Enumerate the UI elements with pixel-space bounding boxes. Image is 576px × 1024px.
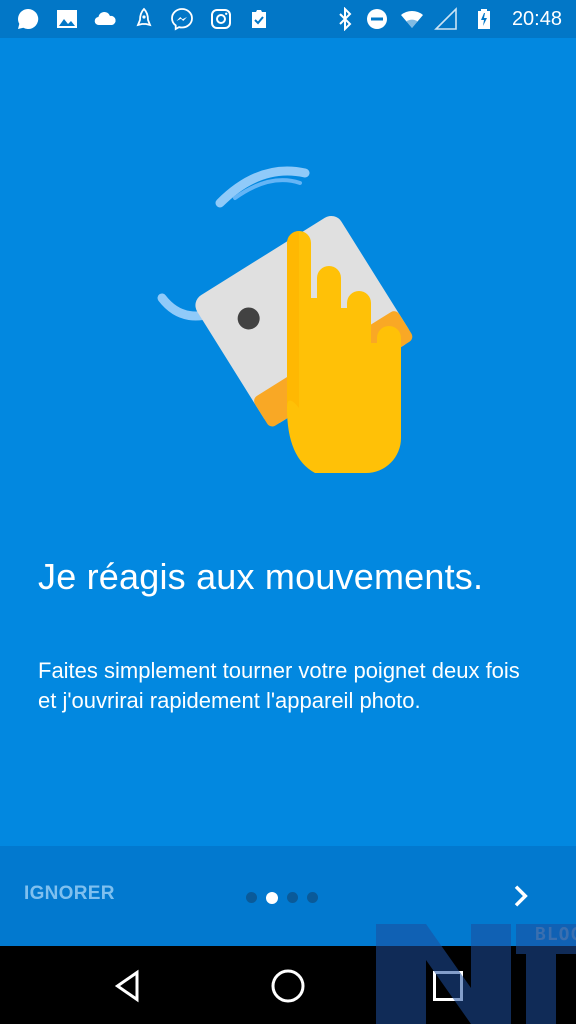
page-headline: Je réagis aux mouvements. xyxy=(38,556,484,597)
status-bar: 20:48 xyxy=(0,0,576,38)
do-not-disturb-icon xyxy=(367,9,387,29)
instagram-icon xyxy=(211,9,231,29)
onboarding-footer: IGNORER xyxy=(0,846,576,946)
page-description: Faites simplement tourner votre poignet … xyxy=(38,658,520,713)
page-dot-3 xyxy=(287,892,298,904)
page-dot-4 xyxy=(307,892,318,904)
watermark-text: BLOG xyxy=(535,924,576,945)
onboarding-page: Je réagis aux mouvements. Faites simplem… xyxy=(0,38,576,846)
chat-bubble-icon xyxy=(18,8,39,30)
messenger-icon xyxy=(171,8,193,31)
next-arrow-icon[interactable] xyxy=(504,880,536,912)
bluetooth-icon xyxy=(339,7,352,31)
status-clock: 20:48 xyxy=(511,8,562,30)
system-navigation-bar xyxy=(0,946,576,1024)
rocket-icon xyxy=(136,7,152,27)
page-indicator xyxy=(246,889,327,904)
clipboard-check-icon xyxy=(252,10,266,28)
home-icon[interactable] xyxy=(270,968,306,1004)
wifi-icon xyxy=(401,10,423,28)
battery-charging-icon xyxy=(478,9,490,29)
back-icon[interactable] xyxy=(110,968,146,1004)
recent-apps-icon[interactable] xyxy=(430,968,466,1004)
cloud-icon xyxy=(94,11,116,26)
signal-icon xyxy=(434,7,457,30)
wrist-twist-illustration xyxy=(157,166,413,473)
skip-button[interactable]: IGNORER xyxy=(24,883,115,905)
page-dot-2 xyxy=(266,891,278,904)
page-dot-1 xyxy=(246,892,257,904)
image-icon xyxy=(57,10,77,28)
